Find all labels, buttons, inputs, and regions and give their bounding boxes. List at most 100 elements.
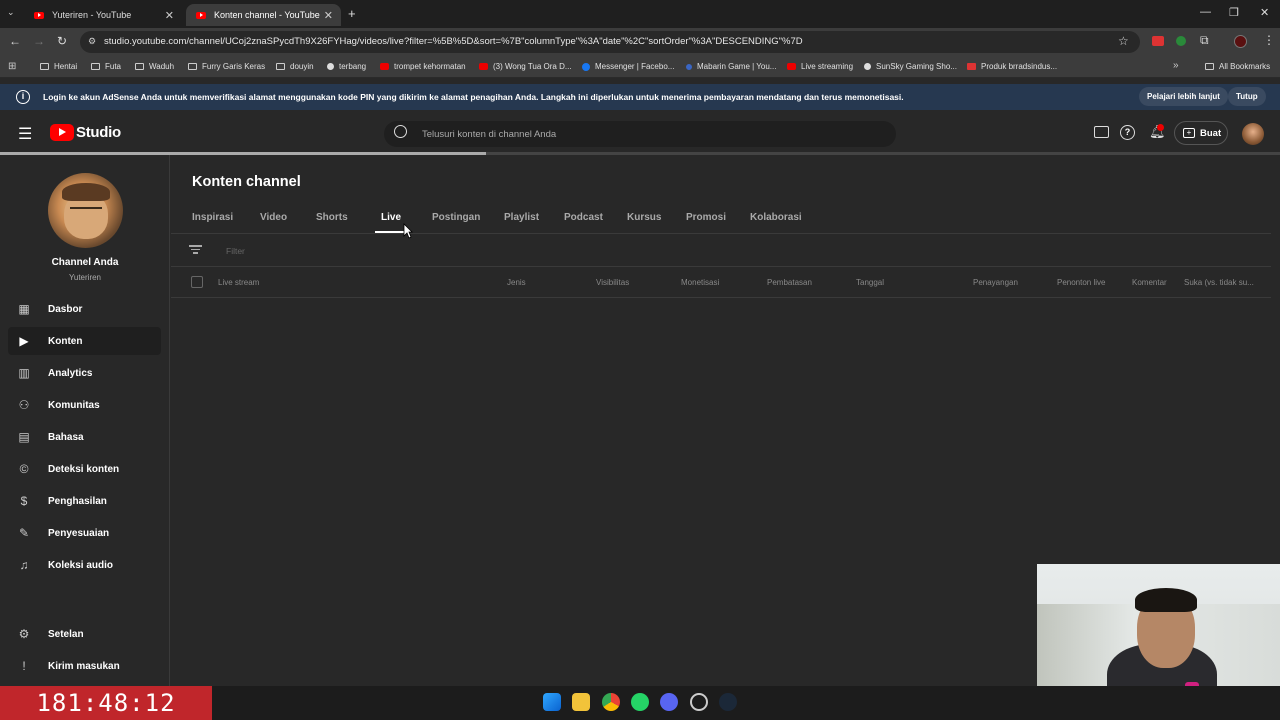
extension-icon[interactable] (1152, 36, 1164, 46)
tab-playlist[interactable]: Playlist (504, 212, 539, 223)
create-button[interactable]: + Buat (1174, 121, 1228, 145)
extensions-puzzle-icon[interactable]: ⧉ (1200, 33, 1209, 48)
bookmark-item[interactable]: Furry Garis Keras (188, 62, 265, 71)
sidebar-item-penyesuaian[interactable]: ✎ Penyesuaian (8, 519, 161, 547)
site-info-icon[interactable]: ⚙ (88, 36, 96, 47)
column-header-monetisasi[interactable]: Monetisasi (681, 278, 719, 287)
tab-podcast[interactable]: Podcast (564, 212, 603, 223)
column-header-penonton-live[interactable]: Penonton live (1057, 278, 1105, 287)
steam-icon[interactable] (719, 693, 737, 711)
obs-icon[interactable] (690, 693, 708, 711)
column-header-pembatasan[interactable]: Pembatasan (767, 278, 812, 287)
close-banner-button[interactable]: Tutup (1228, 87, 1266, 106)
banner-text: Login ke akun AdSense Anda untuk memveri… (43, 92, 904, 102)
bookmarks-bar: ⊞ Hentai Futa Waduh Furry Garis Keras do… (0, 56, 1280, 78)
folder-icon (40, 63, 49, 70)
minimize-icon[interactable]: — (1200, 6, 1211, 18)
browser-menu-icon[interactable]: ⋮ (1263, 33, 1275, 47)
tab-video[interactable]: Video (260, 212, 287, 223)
reload-icon[interactable]: ↻ (57, 34, 67, 48)
column-header-komentar[interactable]: Komentar (1132, 278, 1167, 287)
timer-overlay: 181:48:12 (0, 686, 212, 720)
bookmark-item[interactable]: Produk brradsindus... (967, 62, 1057, 71)
close-tab-icon[interactable]: ✕ (324, 9, 333, 22)
bookmark-item[interactable]: Live streaming (787, 62, 853, 71)
bookmark-item[interactable]: SunSky Gaming Sho... (864, 62, 957, 71)
all-bookmarks[interactable]: All Bookmarks (1205, 62, 1270, 71)
forward-icon[interactable]: → (33, 34, 45, 48)
tab-shorts[interactable]: Shorts (316, 212, 348, 223)
help-icon[interactable]: ? (1120, 125, 1135, 140)
column-header-jenis[interactable]: Jenis (507, 278, 526, 287)
site-favicon-icon (327, 63, 334, 70)
channel-avatar[interactable] (48, 173, 123, 248)
sidebar-item-deteksi-konten[interactable]: © Deteksi konten (8, 455, 161, 483)
learn-more-button[interactable]: Pelajari lebih lanjut (1139, 87, 1228, 106)
apps-grid-icon[interactable]: ⊞ (8, 61, 16, 72)
bookmark-item[interactable]: Hentai (40, 62, 77, 71)
account-avatar[interactable] (1242, 123, 1264, 145)
bookmark-item[interactable]: Messenger | Facebo... (582, 62, 674, 71)
tab-kolaborasi[interactable]: Kolaborasi (750, 212, 802, 223)
tab-kursus[interactable]: Kursus (627, 212, 661, 223)
bookmark-item[interactable]: terbang (327, 62, 366, 71)
whatsapp-icon[interactable] (631, 693, 649, 711)
windows-start-icon[interactable] (543, 693, 561, 711)
browser-tab-title: Yuteriren - YouTube (52, 10, 132, 20)
file-explorer-icon[interactable] (572, 693, 590, 711)
address-bar[interactable]: ⚙ studio.youtube.com/channel/UCoj2znaSPy… (80, 31, 1140, 53)
bookmark-item[interactable]: Waduh (135, 62, 174, 71)
sidebar-item-komunitas[interactable]: ⚇ Komunitas (8, 391, 161, 419)
sidebar-item-setelan[interactable]: ⚙ Setelan (8, 620, 161, 648)
bookmark-item[interactable]: Mabarin Game | You... (686, 62, 776, 71)
studio-logo[interactable]: Studio (50, 124, 121, 141)
messages-icon[interactable] (1094, 126, 1109, 138)
select-all-checkbox[interactable] (191, 276, 203, 288)
column-header-live-stream[interactable]: Live stream (218, 278, 259, 287)
filter-input[interactable]: Filter (226, 246, 245, 256)
tab-search-chevron-icon[interactable]: ⌄ (7, 7, 15, 18)
window-close-icon[interactable]: ✕ (1260, 6, 1269, 19)
more-bookmarks-chevron[interactable]: » (1173, 60, 1179, 71)
url-text[interactable]: studio.youtube.com/channel/UCoj2znaSPycd… (104, 36, 803, 47)
column-header-suka[interactable]: Suka (vs. tidak su... (1184, 278, 1254, 287)
profile-avatar-icon[interactable] (1234, 35, 1247, 48)
tab-live[interactable]: Live (381, 212, 401, 223)
tab-inspirasi[interactable]: Inspirasi (192, 212, 233, 223)
sidebar-item-konten[interactable]: ▶ Konten (8, 327, 161, 355)
sidebar-item-dasbor[interactable]: ▦ Dasbor (8, 295, 161, 323)
bookmark-item[interactable]: trompet kehormatan (380, 62, 466, 71)
browser-tab[interactable]: Yuteriren - YouTube ✕ (24, 4, 182, 26)
tab-promosi[interactable]: Promosi (686, 212, 726, 223)
back-icon[interactable]: ← (9, 34, 21, 48)
channel-name: Yuteriren (68, 273, 102, 282)
channel-title: Channel Anda (51, 257, 119, 268)
column-header-penayangan[interactable]: Penayangan (973, 278, 1018, 287)
bookmark-item[interactable]: Futa (91, 62, 121, 71)
bookmark-item[interactable]: douyin (276, 62, 314, 71)
close-tab-icon[interactable]: ✕ (165, 9, 174, 22)
sidebar-item-penghasilan[interactable]: $ Penghasilan (8, 487, 161, 515)
sidebar-item-analytics[interactable]: ▥ Analytics (8, 359, 161, 387)
column-header-tanggal[interactable]: Tanggal (856, 278, 884, 287)
chrome-icon[interactable] (602, 693, 620, 711)
folder-icon (276, 63, 285, 70)
bookmark-item[interactable]: (3) Wong Tua Ora D... (479, 62, 572, 71)
sidebar-item-kirim-masukan[interactable]: ! Kirim masukan (8, 652, 161, 680)
facebook-favicon-icon (582, 62, 590, 71)
bookmark-star-icon[interactable]: ☆ (1118, 34, 1129, 48)
menu-icon[interactable]: ☰ (18, 124, 32, 144)
restore-icon[interactable]: ❐ (1229, 6, 1239, 19)
community-icon: ⚇ (18, 398, 30, 412)
sidebar-item-bahasa[interactable]: ▤ Bahasa (8, 423, 161, 451)
extension-icon[interactable] (1176, 36, 1186, 46)
column-header-visibilitas[interactable]: Visibilitas (596, 278, 629, 287)
discord-icon[interactable] (660, 693, 678, 711)
tab-postingan[interactable]: Postingan (432, 212, 480, 223)
sidebar-item-koleksi-audio[interactable]: ♫ Koleksi audio (8, 551, 161, 579)
search-input[interactable]: Telusuri konten di channel Anda (384, 121, 896, 147)
header-divider (171, 297, 1271, 298)
new-tab-icon[interactable]: + (348, 6, 356, 21)
filter-icon[interactable] (189, 243, 203, 255)
browser-tab-active[interactable]: Konten channel - YouTube Studi ✕ (186, 4, 341, 26)
